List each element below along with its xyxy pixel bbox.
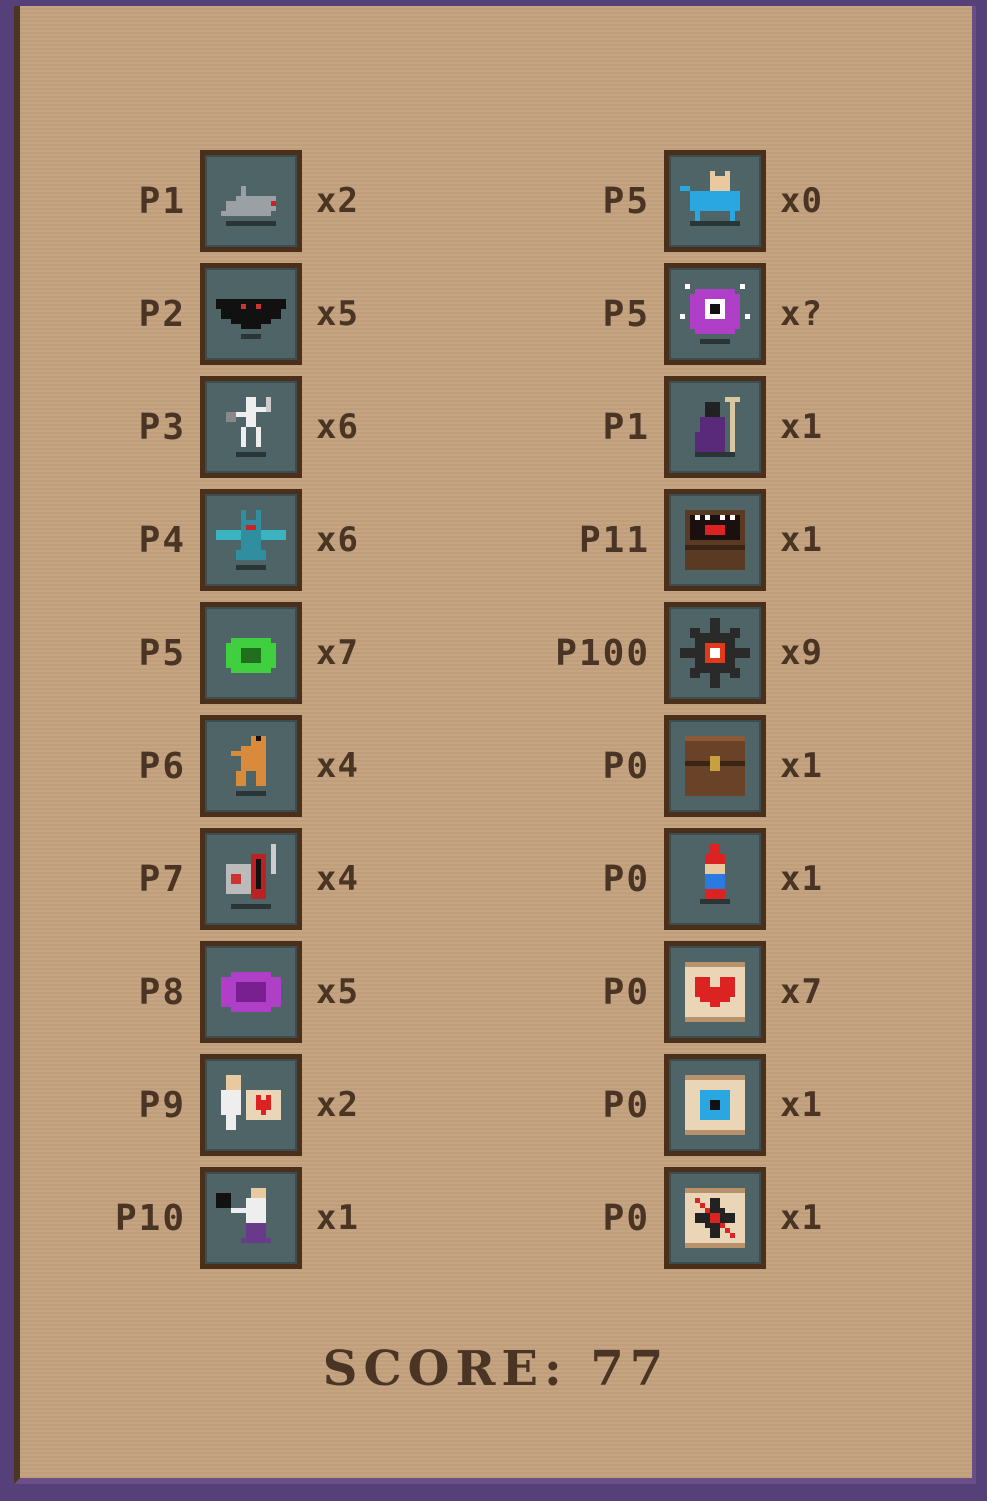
points-label: P0 [602,971,650,1013]
list-item: P5 x0 [504,150,823,252]
count-label: x1 [780,746,823,786]
points-label: P5 [602,180,650,222]
blue-cat-icon [664,150,766,252]
count-label: x4 [316,746,359,786]
list-item: P7 x4 [40,828,359,930]
rat-icon [200,150,302,252]
count-label: x2 [316,181,359,221]
count-label: x6 [316,520,359,560]
list-item: P0 x1 [504,828,823,930]
points-label: P8 [138,971,186,1013]
count-label: x6 [316,407,359,447]
eye-scroll-icon [664,1054,766,1156]
list-item: P0 x1 [504,1167,823,1269]
list-item: P4 x6 [40,489,359,591]
list-item: P0 x7 [504,941,823,1043]
list-item: P11 x1 [504,489,823,591]
gnome-icon [664,828,766,930]
count-label: x1 [780,1198,823,1238]
points-label: P5 [138,632,186,674]
count-label: x7 [316,633,359,673]
count-label: x1 [780,520,823,560]
count-label: x2 [316,1085,359,1125]
points-label: P6 [138,745,186,787]
kobold-icon [200,715,302,817]
count-label: x1 [316,1198,359,1238]
gargoyle-icon [200,489,302,591]
points-label: P4 [138,519,186,561]
points-label: P0 [602,745,650,787]
dark-mage-icon [664,376,766,478]
points-label: P0 [602,858,650,900]
heart-scroll-icon [664,941,766,1043]
list-item: P1 x2 [40,150,359,252]
points-label: P2 [138,293,186,335]
green-slime-icon [200,602,302,704]
list-item: P0 x1 [504,1054,823,1156]
wizard-bomb-icon [200,1167,302,1269]
list-item: P6 x4 [40,715,359,817]
points-label: P10 [114,1197,186,1239]
points-label: P100 [555,632,650,674]
count-label: x5 [316,294,359,334]
count-label: x1 [780,407,823,447]
count-label: x7 [780,972,823,1012]
points-label: P0 [602,1084,650,1126]
points-label: P9 [138,1084,186,1126]
list-item: P2 x5 [40,263,359,365]
list-item: P5 x7 [40,602,359,704]
list-item: P100 x9 [504,602,823,704]
list-item: P10 x1 [40,1167,359,1269]
no-mine-scroll-icon [664,1167,766,1269]
list-item: P9 x2 [40,1054,359,1156]
list-item: P8 x5 [40,941,359,1043]
list-item: P5 x? [504,263,823,365]
mine-icon [664,602,766,704]
points-label: P0 [602,1197,650,1239]
monster-tally-page: P1 x2 P2 x5 P3 x6 P4 x6 P5 x7 P6 x4 P7 x… [14,6,976,1484]
count-label: x1 [780,1085,823,1125]
count-label: x5 [316,972,359,1012]
points-label: P1 [602,406,650,448]
points-label: P11 [578,519,650,561]
count-label: x9 [780,633,823,673]
bat-icon [200,263,302,365]
count-label: x1 [780,859,823,899]
count-label: x4 [316,859,359,899]
skeleton-icon [200,376,302,478]
count-label: x? [780,294,823,334]
list-item: P1 x1 [504,376,823,478]
treasure-chest-icon [664,715,766,817]
points-label: P5 [602,293,650,335]
list-item: P3 x6 [40,376,359,478]
mimic-chest-icon [664,489,766,591]
count-label: x0 [780,181,823,221]
fairy-heart-icon [200,1054,302,1156]
knight-icon [200,828,302,930]
list-item: P0 x1 [504,715,823,817]
points-label: P3 [138,406,186,448]
score-display: SCORE: 77 [322,1341,670,1397]
beholder-icon [664,263,766,365]
points-label: P1 [138,180,186,222]
purple-slime-icon [200,941,302,1043]
points-label: P7 [138,858,186,900]
